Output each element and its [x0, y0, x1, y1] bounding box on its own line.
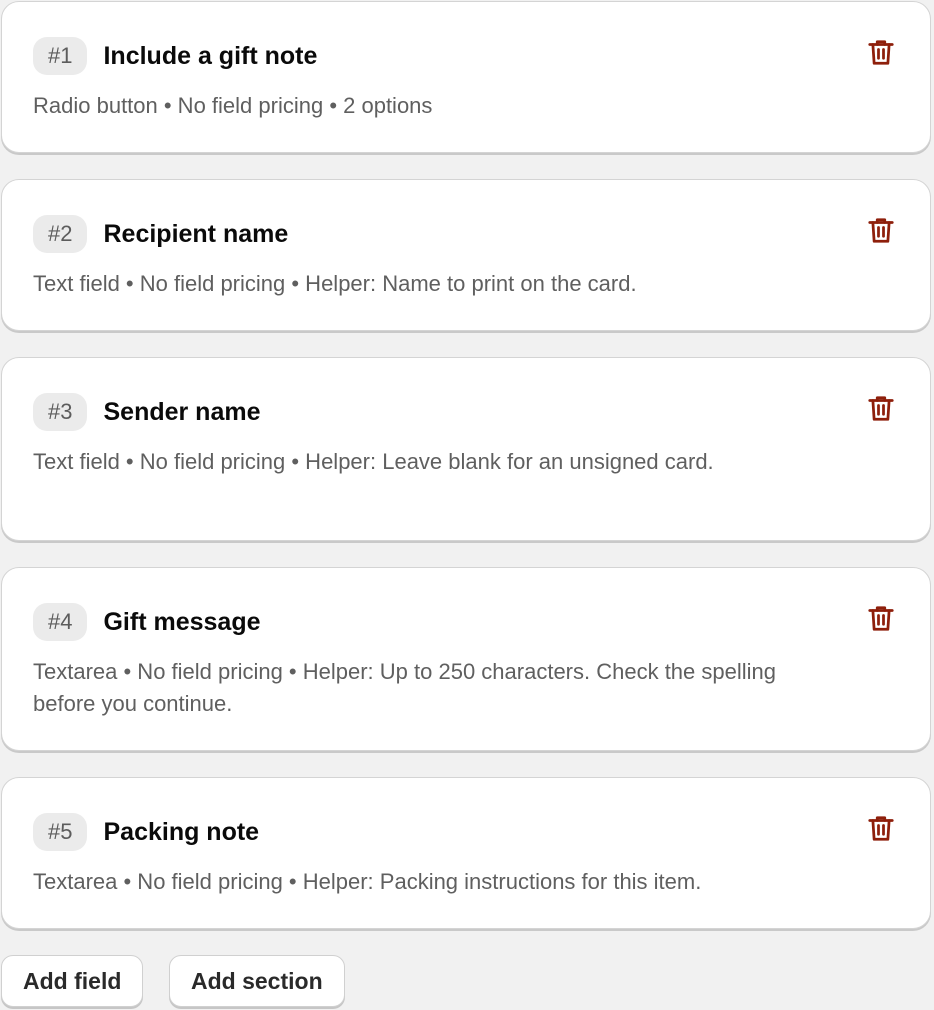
field-card[interactable]: #1 Include a gift note Radio button • No…: [1, 1, 931, 153]
field-header: #3 Sender name: [33, 393, 261, 431]
field-title: Packing note: [103, 817, 260, 846]
field-number-badge: #4: [33, 603, 88, 641]
field-card[interactable]: #2 Recipient name Text field • No field …: [1, 179, 931, 331]
field-card[interactable]: #5 Packing note Textarea • No field pric…: [1, 777, 931, 929]
field-header: #5 Packing note: [33, 813, 259, 851]
field-number-badge: #2: [33, 215, 88, 253]
field-number-badge: #3: [33, 393, 88, 431]
field-title: Gift message: [103, 607, 261, 636]
add-field-button[interactable]: Add field: [1, 955, 144, 1007]
field-meta: Textarea • No field pricing • Helper: Pa…: [33, 869, 702, 894]
add-section-button[interactable]: Add section: [169, 955, 345, 1007]
field-header: #2 Recipient name: [33, 215, 288, 253]
field-meta: Text field • No field pricing • Helper: …: [33, 271, 637, 296]
field-number-badge: #1: [33, 37, 88, 75]
field-header: #1 Include a gift note: [33, 37, 317, 75]
field-meta: Radio button • No field pricing • 2 opti…: [33, 93, 433, 118]
field-header: #4 Gift message: [33, 603, 261, 641]
trash-icon[interactable]: [866, 215, 896, 245]
trash-icon[interactable]: [866, 37, 896, 67]
field-meta: Textarea • No field pricing • Helper: Up…: [33, 659, 776, 716]
field-title: Include a gift note: [103, 41, 318, 70]
trash-icon[interactable]: [866, 603, 896, 633]
field-card[interactable]: #3 Sender name Text field • No field pri…: [1, 357, 931, 541]
field-card[interactable]: #4 Gift message Textarea • No field pric…: [1, 567, 931, 751]
trash-icon[interactable]: [866, 393, 896, 423]
field-number-badge: #5: [33, 813, 88, 851]
trash-icon[interactable]: [866, 813, 896, 843]
field-title: Sender name: [103, 397, 261, 426]
field-title: Recipient name: [103, 219, 289, 248]
field-meta: Text field • No field pricing • Helper: …: [33, 449, 714, 474]
